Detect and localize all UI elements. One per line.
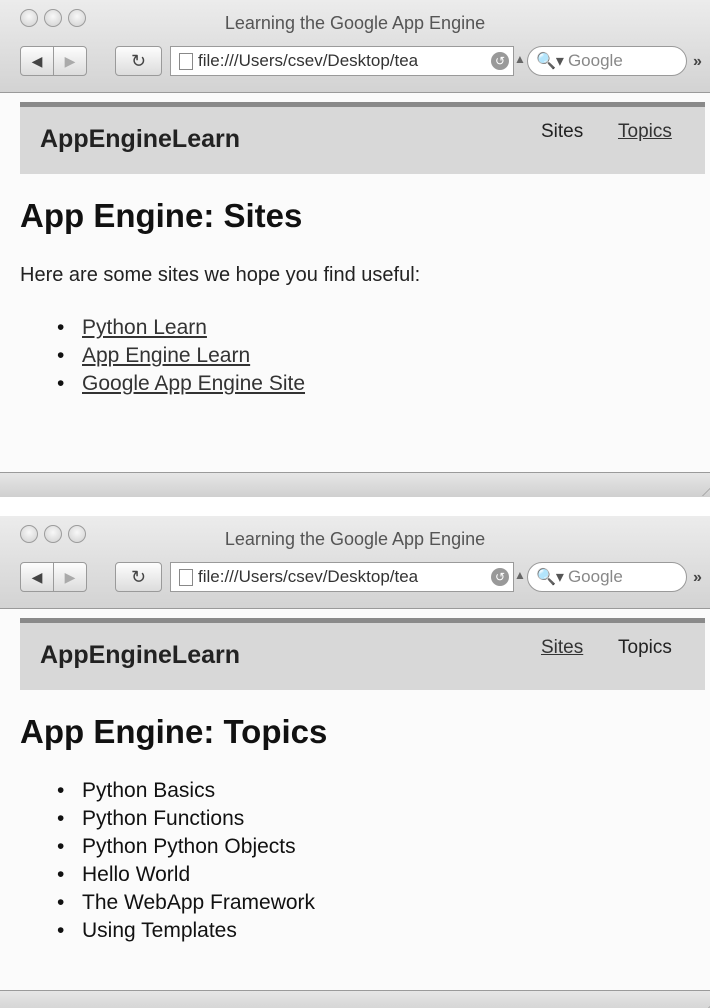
- list-item: Python Functions: [57, 805, 315, 833]
- url-text: file:///Users/csev/Desktop/tea: [198, 51, 419, 70]
- search-icon: 🔍▾: [536, 53, 564, 70]
- reload-icon: ↻: [130, 50, 147, 71]
- toolbar: Learning the Google App Engine ◀ ▶ ↻ fil…: [0, 0, 710, 93]
- back-arrow-icon: ◀: [31, 52, 43, 69]
- address-bar[interactable]: file:///Users/csev/Desktop/tea ↺: [170, 562, 514, 592]
- document-icon: [179, 568, 193, 586]
- overflow-chevron-icon[interactable]: »: [693, 569, 702, 587]
- search-field[interactable]: 🔍▾ Google: [527, 46, 687, 76]
- nav-link-topics[interactable]: Topics: [618, 121, 672, 143]
- site-navbar: AppEngineLearn Sites Topics: [20, 102, 705, 174]
- site-link[interactable]: Python Learn: [82, 316, 207, 339]
- nav-link-sites[interactable]: Sites: [541, 637, 583, 659]
- status-bar: [0, 472, 710, 497]
- snapback-icon[interactable]: ↺: [491, 52, 509, 70]
- search-field[interactable]: 🔍▾ Google: [527, 562, 687, 592]
- page-heading: App Engine: Sites: [20, 197, 303, 234]
- resize-grip-icon[interactable]: [692, 486, 710, 496]
- site-link[interactable]: Google App Engine Site: [82, 372, 305, 395]
- browser-window-topics: Learning the Google App Engine ◀ ▶ ↻ fil…: [0, 516, 710, 1008]
- status-bar: [0, 990, 710, 1008]
- intro-text: Here are some sites we hope you find use…: [20, 264, 421, 286]
- back-button[interactable]: ◀: [20, 562, 54, 592]
- list-item: App Engine Learn: [57, 342, 305, 370]
- caret-up-icon: ▲: [514, 568, 526, 582]
- forward-button[interactable]: ▶: [53, 562, 87, 592]
- window-title: Learning the Google App Engine: [224, 529, 486, 549]
- nav-link-sites[interactable]: Sites: [541, 121, 583, 143]
- forward-arrow-icon: ▶: [64, 568, 76, 585]
- list-item: Python Basics: [57, 777, 315, 805]
- list-item: Using Templates: [57, 917, 315, 945]
- caret-up-icon: ▲: [514, 52, 526, 66]
- site-brand[interactable]: AppEngineLearn: [40, 125, 240, 154]
- sites-list: Python Learn App Engine Learn Google App…: [57, 314, 305, 398]
- topics-list: Python Basics Python Functions Python Py…: [57, 777, 315, 945]
- nav-link-topics[interactable]: Topics: [618, 637, 672, 659]
- resize-grip-icon[interactable]: [692, 1004, 710, 1008]
- reload-button[interactable]: ↻: [115, 46, 162, 76]
- document-icon: [179, 52, 193, 70]
- list-item: Python Learn: [57, 314, 305, 342]
- snapback-icon[interactable]: ↺: [491, 568, 509, 586]
- back-arrow-icon: ◀: [31, 568, 43, 585]
- toolbar: Learning the Google App Engine ◀ ▶ ↻ fil…: [0, 516, 710, 609]
- site-brand[interactable]: AppEngineLearn: [40, 641, 240, 670]
- list-item: The WebApp Framework: [57, 889, 315, 917]
- list-item: Google App Engine Site: [57, 370, 305, 398]
- page-heading: App Engine: Topics: [20, 713, 328, 750]
- forward-button[interactable]: ▶: [53, 46, 87, 76]
- site-navbar: AppEngineLearn Sites Topics: [20, 618, 705, 690]
- forward-arrow-icon: ▶: [64, 52, 76, 69]
- search-icon: 🔍▾: [536, 569, 564, 586]
- browser-window-sites: Learning the Google App Engine ◀ ▶ ↻ fil…: [0, 0, 710, 497]
- address-bar[interactable]: file:///Users/csev/Desktop/tea ↺: [170, 46, 514, 76]
- reload-button[interactable]: ↻: [115, 562, 162, 592]
- search-placeholder: Google: [567, 567, 623, 586]
- site-link[interactable]: App Engine Learn: [82, 344, 250, 367]
- list-item: Hello World: [57, 861, 315, 889]
- back-button[interactable]: ◀: [20, 46, 54, 76]
- reload-icon: ↻: [130, 566, 147, 587]
- url-text: file:///Users/csev/Desktop/tea: [198, 567, 419, 586]
- search-placeholder: Google: [567, 51, 623, 70]
- overflow-chevron-icon[interactable]: »: [693, 53, 702, 71]
- list-item: Python Python Objects: [57, 833, 315, 861]
- window-title: Learning the Google App Engine: [224, 13, 486, 33]
